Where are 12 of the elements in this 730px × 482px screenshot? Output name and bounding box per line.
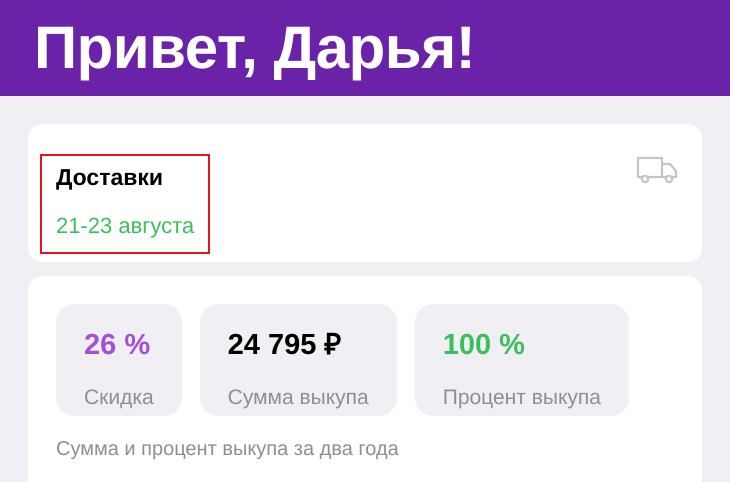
delivery-dates: 21-23 августа <box>56 212 194 240</box>
delivery-title: Доставки <box>56 163 164 192</box>
stat-value: 24 795 ₽ <box>228 328 342 363</box>
greeting-title: Привет, Дарья! <box>34 18 476 78</box>
truck-icon <box>636 156 678 184</box>
stat-label: Сумма выкупа <box>228 384 369 410</box>
delivery-card[interactable]: Доставки 21-23 августа <box>28 124 702 262</box>
stat-label: Скидка <box>84 384 154 410</box>
stats-note: Сумма и процент выкупа за два года <box>56 437 400 462</box>
stat-label: Процент выкупа <box>442 384 601 410</box>
stat-value: 26 % <box>84 328 152 363</box>
stat-value: 100 % <box>442 328 526 363</box>
